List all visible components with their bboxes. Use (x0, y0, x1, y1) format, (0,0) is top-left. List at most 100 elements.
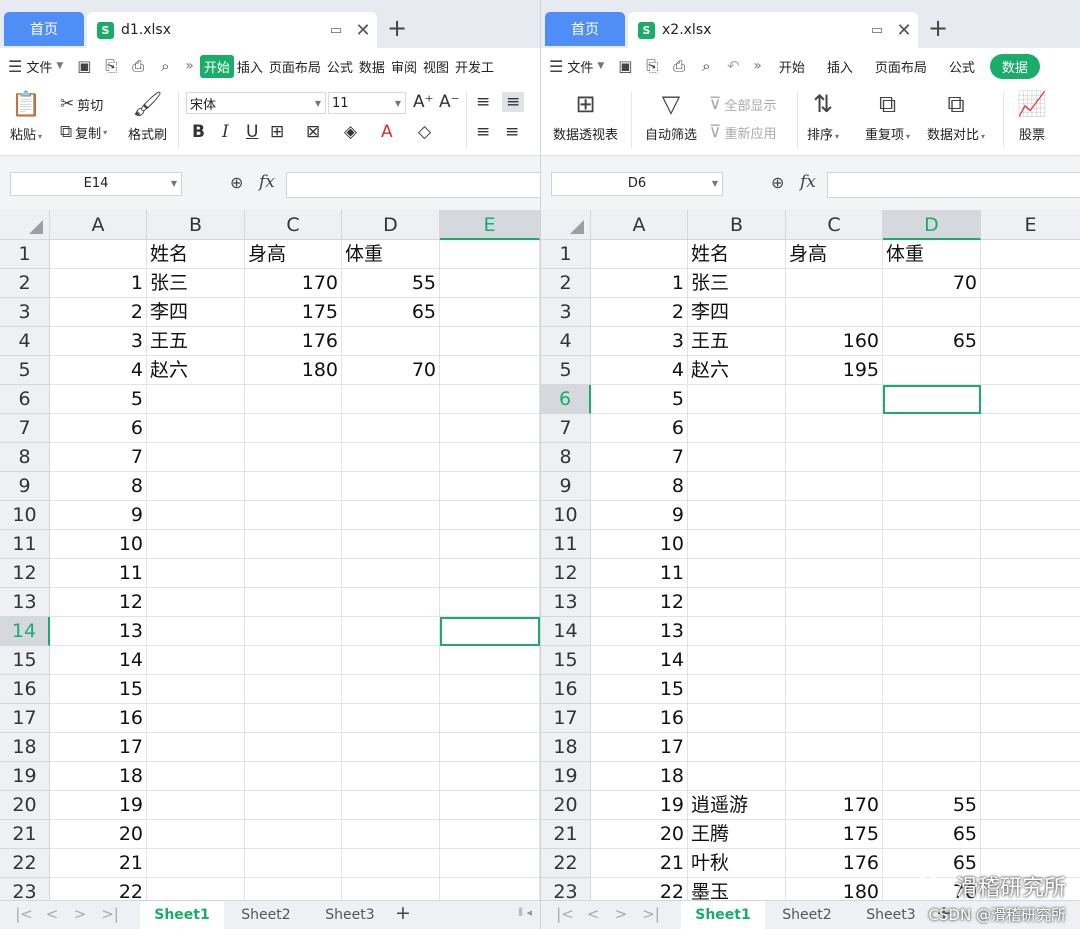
row-header-14[interactable]: 14 (0, 617, 50, 646)
cell-d3[interactable] (883, 298, 981, 327)
cell-a7[interactable]: 6 (591, 414, 688, 443)
row-header-21[interactable]: 21 (0, 820, 50, 849)
row-header-8[interactable]: 8 (0, 443, 50, 472)
tab-page-layout[interactable]: 页面布局 (266, 57, 324, 76)
cell-d22[interactable]: 65 (883, 849, 981, 878)
cell-a9[interactable]: 8 (591, 472, 688, 501)
cell-b17[interactable] (688, 704, 786, 733)
cell-c13[interactable] (245, 588, 342, 617)
font-color-icon[interactable]: A (381, 122, 393, 142)
cell-e11[interactable] (440, 530, 540, 559)
print-icon[interactable]: ⎙ (125, 53, 151, 79)
cell-e8[interactable] (440, 443, 540, 472)
cell-c22[interactable]: 176 (786, 849, 883, 878)
cell-c19[interactable] (245, 762, 342, 791)
cell-e10[interactable] (981, 501, 1080, 530)
row-header-11[interactable]: 11 (541, 530, 591, 559)
cell-a16[interactable]: 15 (591, 675, 688, 704)
row-header-12[interactable]: 12 (541, 559, 591, 588)
cell-e1[interactable] (981, 240, 1080, 269)
sheet-tab-2[interactable]: Sheet2 (765, 901, 849, 929)
tab-insert[interactable]: 插入 (234, 57, 266, 76)
row-header-13[interactable]: 13 (541, 588, 591, 617)
cell-c5[interactable]: 180 (245, 356, 342, 385)
cell-a4[interactable]: 3 (591, 327, 688, 356)
cell-d6[interactable] (883, 385, 981, 414)
cell-e7[interactable] (981, 414, 1080, 443)
sheet-tab-1[interactable]: Sheet1 (681, 901, 765, 929)
column-header-e[interactable]: E (981, 210, 1080, 240)
cell-b1[interactable]: 姓名 (688, 240, 786, 269)
column-header-b[interactable]: B (688, 210, 786, 240)
column-header-e[interactable]: E (440, 210, 540, 240)
cell-c11[interactable] (245, 530, 342, 559)
cell-a13[interactable]: 12 (591, 588, 688, 617)
cell-d18[interactable] (342, 733, 440, 762)
cell-d16[interactable] (342, 675, 440, 704)
cell-d5[interactable] (883, 356, 981, 385)
last-sheet-icon[interactable]: >| (637, 905, 665, 923)
sort-button[interactable]: ⇅ 排序 ▾ (807, 90, 839, 143)
row-header-1[interactable]: 1 (541, 240, 591, 269)
window-icon[interactable]: ▭ (323, 23, 349, 38)
cell-c2[interactable] (786, 269, 883, 298)
cell-b11[interactable] (147, 530, 245, 559)
column-header-c[interactable]: C (786, 210, 883, 240)
cell-c18[interactable] (786, 733, 883, 762)
cell-d17[interactable] (342, 704, 440, 733)
file-menu[interactable]: ☰ 文件 ▼ (549, 57, 604, 76)
cell-c18[interactable] (245, 733, 342, 762)
cell-a17[interactable]: 16 (50, 704, 147, 733)
cell-b14[interactable] (147, 617, 245, 646)
save-icon[interactable]: ▣ (71, 53, 97, 79)
row-header-2[interactable]: 2 (541, 269, 591, 298)
cell-c23[interactable] (245, 878, 342, 900)
cell-c19[interactable] (786, 762, 883, 791)
more-icon[interactable]: » (185, 58, 194, 74)
tab-view[interactable]: 视图 (420, 57, 452, 76)
cell-d9[interactable] (883, 472, 981, 501)
cell-c14[interactable] (245, 617, 342, 646)
pivot-table-button[interactable]: ⊞ 数据透视表 (553, 90, 618, 143)
cell-d18[interactable] (883, 733, 981, 762)
cell-d7[interactable] (342, 414, 440, 443)
spreadsheet-grid[interactable]: A B C D E 1 姓名 身高 体重 2 1 张三 70 3 2 李四 4 3 王五 160 65 5 4 赵六 195 6 5… (541, 210, 1080, 900)
cell-e20[interactable] (440, 791, 540, 820)
row-header-3[interactable]: 3 (541, 298, 591, 327)
add-sheet-button[interactable]: + (395, 902, 411, 924)
cell-b20[interactable] (147, 791, 245, 820)
cell-c17[interactable] (245, 704, 342, 733)
cell-c2[interactable]: 170 (245, 269, 342, 298)
cell-c5[interactable]: 195 (786, 356, 883, 385)
cell-b6[interactable] (147, 385, 245, 414)
cell-c4[interactable]: 176 (245, 327, 342, 356)
cell-a9[interactable]: 8 (50, 472, 147, 501)
name-box[interactable]: D6 ▼ (551, 172, 723, 196)
row-header-6[interactable]: 6 (0, 385, 50, 414)
cell-c14[interactable] (786, 617, 883, 646)
cell-e1[interactable] (440, 240, 540, 269)
cell-c11[interactable] (786, 530, 883, 559)
cell-b7[interactable] (147, 414, 245, 443)
cell-a21[interactable]: 20 (50, 820, 147, 849)
cell-a1[interactable] (591, 240, 688, 269)
first-sheet-icon[interactable]: |< (10, 905, 38, 923)
tab-insert[interactable]: 插入 (816, 57, 864, 76)
print-icon[interactable]: ⎙ (666, 53, 692, 79)
cell-d1[interactable]: 体重 (883, 240, 981, 269)
cell-c16[interactable] (245, 675, 342, 704)
row-header-10[interactable]: 10 (0, 501, 50, 530)
row-header-22[interactable]: 22 (0, 849, 50, 878)
sheet-tab-1[interactable]: Sheet1 (140, 901, 224, 929)
row-header-9[interactable]: 9 (541, 472, 591, 501)
cell-d23[interactable] (342, 878, 440, 900)
cell-d13[interactable] (342, 588, 440, 617)
export-pdf-icon[interactable]: ⎘ (639, 53, 665, 79)
cell-b11[interactable] (688, 530, 786, 559)
row-header-18[interactable]: 18 (541, 733, 591, 762)
cell-e17[interactable] (440, 704, 540, 733)
cell-c22[interactable] (245, 849, 342, 878)
cell-d4[interactable] (342, 327, 440, 356)
cell-d2[interactable]: 70 (883, 269, 981, 298)
cell-d22[interactable] (342, 849, 440, 878)
